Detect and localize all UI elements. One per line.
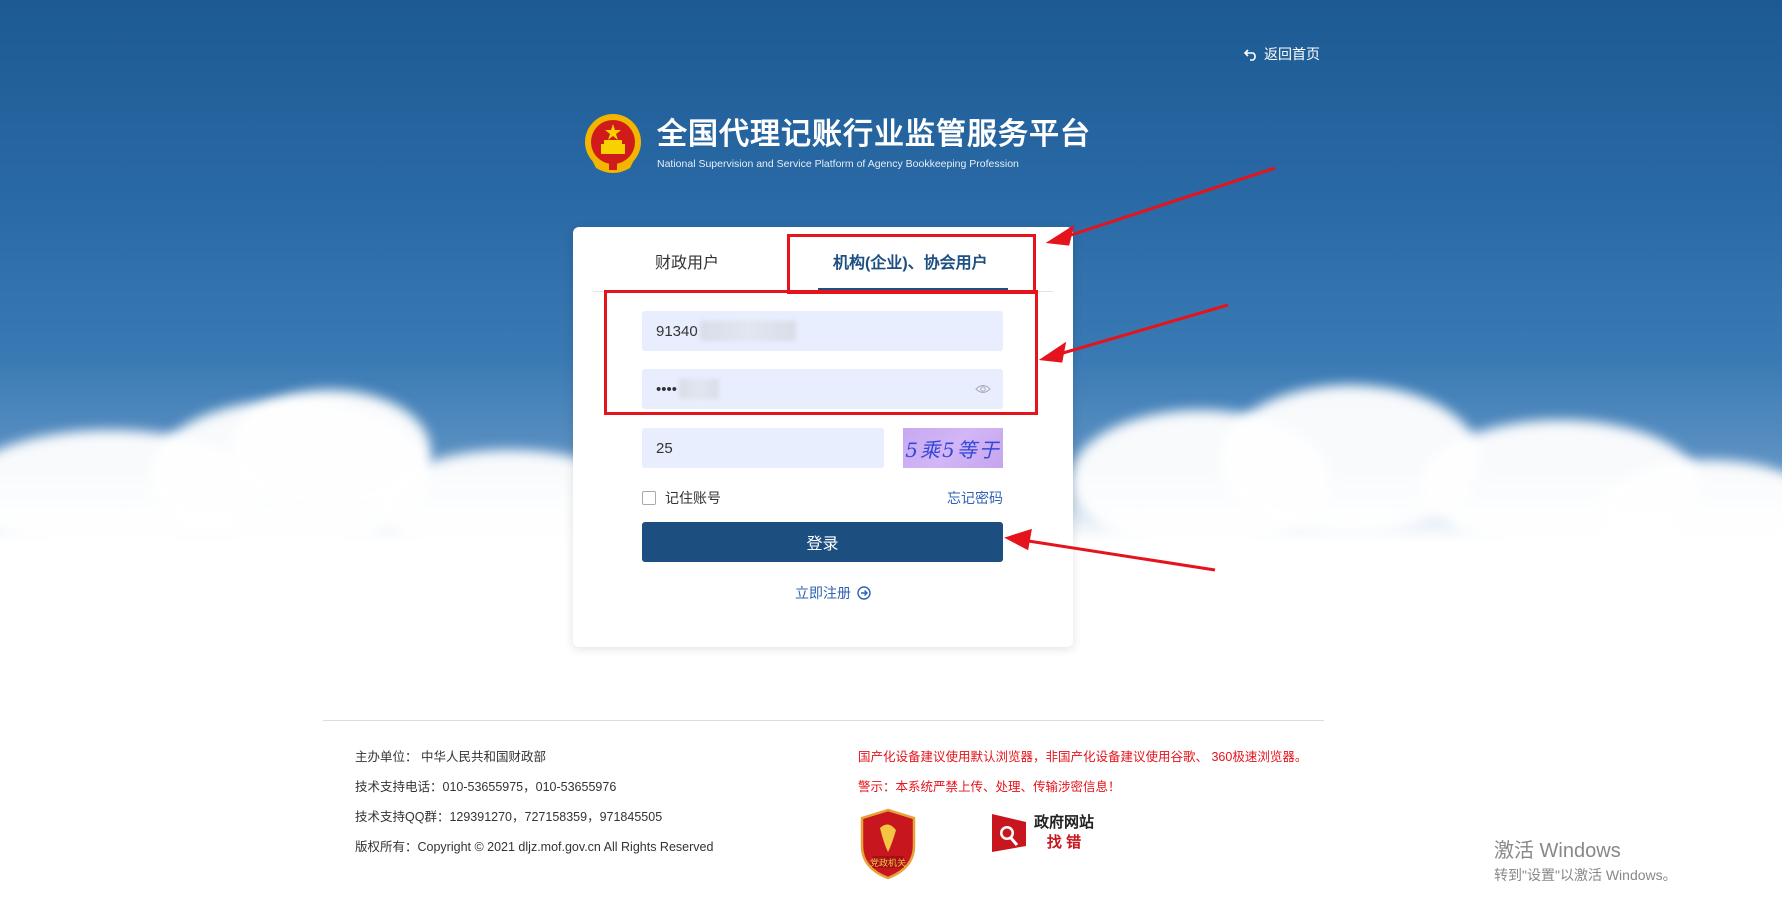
back-home-link[interactable]: 返回首页: [1244, 44, 1320, 64]
highlight-box-tab: [787, 234, 1036, 294]
login-button[interactable]: 登录: [642, 522, 1003, 562]
gov-site-report-badge[interactable]: 政府网站 找 错: [990, 812, 1094, 854]
captcha-image[interactable]: 5乘5等于: [903, 428, 1003, 468]
remember-label: 记住账号: [665, 490, 721, 506]
footer-info: 主办单位： 中华人民共和国财政部 技术支持电话：010-53655975，010…: [355, 742, 713, 862]
footer-host: 主办单位： 中华人民共和国财政部: [355, 750, 546, 764]
footer-notices: 国产化设备建议使用默认浏览器，非国产化设备建议使用谷歌、 360极速浏览器。 警…: [858, 742, 1307, 802]
badge-party-label: 党政机关: [870, 857, 906, 869]
page-title: 全国代理记账行业监管服务平台: [657, 118, 1091, 151]
national-emblem-icon: [585, 114, 641, 173]
captcha-input[interactable]: 25: [642, 428, 884, 468]
page-subtitle: National Supervision and Service Platfor…: [657, 158, 1019, 170]
browser-notice: 国产化设备建议使用默认浏览器，非国产化设备建议使用谷歌、 360极速浏览器。: [858, 750, 1308, 764]
gov-site-label: 政府网站 找 错: [1034, 813, 1094, 853]
captcha-text: 5乘5等于: [905, 437, 1001, 462]
return-icon: [1244, 49, 1256, 61]
captcha-value: 25: [656, 439, 673, 457]
watermark-line2: 转到"设置"以激活 Windows。: [1494, 867, 1677, 883]
highlight-box-credentials: [604, 290, 1038, 415]
footer-copyright: 版权所有：Copyright © 2021 dljz.mof.gov.cn Al…: [355, 840, 714, 854]
gov-site-line1: 政府网站: [1034, 814, 1095, 831]
tab-finance-user[interactable]: 财政用户: [655, 249, 719, 273]
footer-phone: 技术支持电话：010-53655975，010-53655976: [355, 780, 617, 794]
forgot-password-link[interactable]: 忘记密码: [947, 488, 1003, 508]
remember-checkbox[interactable]: [642, 491, 656, 505]
brand: 全国代理记账行业监管服务平台 National Supervision and …: [582, 112, 1091, 176]
footer-qq: 技术支持QQ群：129391270，727158359，971845505: [355, 810, 663, 824]
register-link[interactable]: 立即注册: [795, 583, 871, 603]
register-label: 立即注册: [795, 585, 851, 601]
back-home-label: 返回首页: [1264, 46, 1320, 62]
watermark-line1: 激活 Windows: [1494, 840, 1621, 862]
security-warning: 警示：本系统严禁上传、处理、传输涉密信息！: [858, 780, 1121, 794]
gov-site-line2: 找 错: [1046, 834, 1082, 851]
windows-activation-watermark: 激活 Windows 转到"设置"以激活 Windows。: [1494, 834, 1677, 885]
footer-divider: [323, 720, 1324, 721]
magnifier-flag-icon: [992, 814, 1026, 852]
arrow-right-circle-icon: [857, 586, 871, 600]
remember-account[interactable]: 记住账号: [642, 488, 721, 508]
party-government-badge-icon[interactable]: 党政机关: [858, 808, 918, 880]
